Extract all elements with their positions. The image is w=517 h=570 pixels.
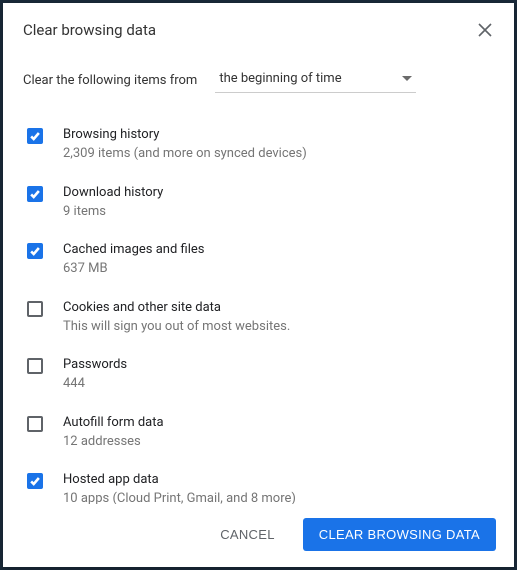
option-row: Autofill form data 12 addresses (23, 405, 494, 463)
check-icon (29, 130, 41, 142)
check-icon (29, 245, 41, 257)
clear-data-button[interactable]: CLEAR BROWSING DATA (303, 518, 496, 551)
option-description: 637 MB (63, 260, 204, 278)
option-label: Download history (63, 185, 163, 200)
option-text: Autofill form data 12 addresses (63, 415, 164, 451)
option-description: 10 apps (Cloud Print, Gmail, and 8 more) (63, 490, 296, 504)
option-description: 9 items (63, 203, 163, 221)
option-text: Cookies and other site data This will sig… (63, 300, 290, 336)
option-text: Browsing history 2,309 items (and more on… (63, 127, 307, 163)
option-text: Passwords 444 (63, 357, 127, 393)
option-label: Hosted app data (63, 472, 296, 487)
option-checkbox[interactable] (27, 473, 43, 489)
dialog-footer: CANCEL CLEAR BROWSING DATA (3, 504, 514, 567)
option-checkbox[interactable] (27, 416, 43, 432)
time-range-prefix: Clear the following items from (23, 73, 197, 88)
option-checkbox[interactable] (27, 358, 43, 374)
dialog-body: Clear the following items from the begin… (3, 49, 514, 504)
close-button[interactable] (476, 21, 494, 39)
option-row: Cached images and files 637 MB (23, 232, 494, 290)
option-label: Cached images and files (63, 242, 204, 257)
option-checkbox[interactable] (27, 243, 43, 259)
dialog-title: Clear browsing data (23, 21, 156, 39)
option-row: Hosted app data 10 apps (Cloud Print, Gma… (23, 462, 494, 504)
option-description: This will sign you out of most websites. (63, 318, 290, 336)
option-checkbox[interactable] (27, 128, 43, 144)
clear-browsing-data-dialog: Clear browsing data Clear the following … (3, 3, 514, 567)
time-range-row: Clear the following items from the begin… (23, 67, 494, 93)
cancel-button[interactable]: CANCEL (204, 518, 291, 551)
option-label: Cookies and other site data (63, 300, 290, 315)
option-checkbox[interactable] (27, 301, 43, 317)
option-description: 2,309 items (and more on synced devices) (63, 145, 307, 163)
option-row: Cookies and other site data This will sig… (23, 290, 494, 348)
check-icon (29, 188, 41, 200)
option-label: Passwords (63, 357, 127, 372)
option-row: Browsing history 2,309 items (and more on… (23, 117, 494, 175)
dialog-header: Clear browsing data (3, 3, 514, 49)
chevron-down-icon (402, 76, 412, 81)
option-label: Autofill form data (63, 415, 164, 430)
check-icon (29, 475, 41, 487)
option-text: Download history 9 items (63, 185, 163, 221)
option-description: 12 addresses (63, 433, 164, 451)
option-row: Download history 9 items (23, 175, 494, 233)
option-text: Hosted app data 10 apps (Cloud Print, Gma… (63, 472, 296, 504)
time-range-value: the beginning of time (219, 71, 341, 86)
option-text: Cached images and files 637 MB (63, 242, 204, 278)
option-checkbox[interactable] (27, 186, 43, 202)
time-range-dropdown[interactable]: the beginning of time (215, 67, 415, 93)
option-row: Passwords 444 (23, 347, 494, 405)
option-label: Browsing history (63, 127, 307, 142)
close-icon (478, 23, 492, 37)
options-list: Browsing history 2,309 items (and more on… (23, 117, 494, 504)
option-description: 444 (63, 375, 127, 393)
